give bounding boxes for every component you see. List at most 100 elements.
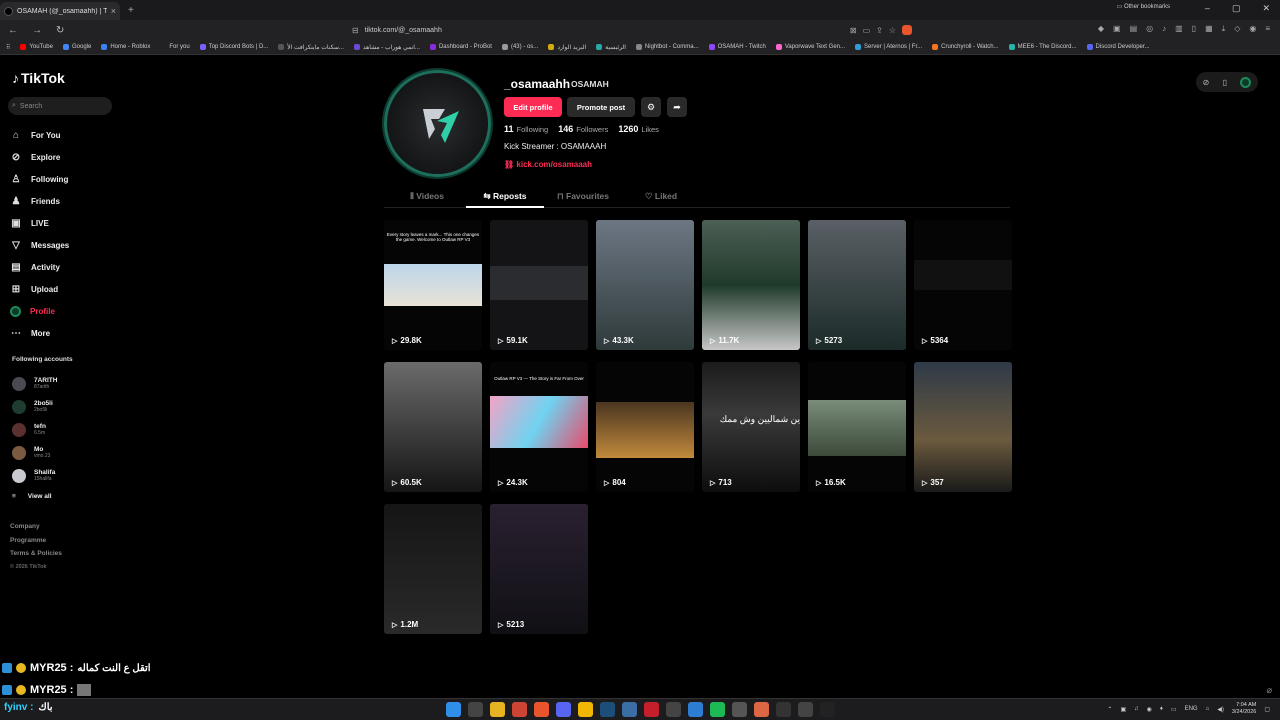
profile-icon[interactable]: ◉ bbox=[1249, 24, 1256, 34]
bookmark-item[interactable]: Google bbox=[62, 44, 91, 50]
video-tile[interactable]: ▷ 1.2M bbox=[384, 504, 482, 634]
tab-reposts[interactable]: ⇆ Reposts bbox=[466, 188, 544, 208]
video-tile[interactable]: ▷ 59.1K bbox=[490, 220, 588, 350]
bookmark-item[interactable]: Server | Aternos | Fr... bbox=[855, 44, 922, 50]
footer-link[interactable]: Terms & Policies bbox=[10, 550, 62, 564]
profile-link[interactable]: ⛓ kick.com/osamaaah bbox=[504, 160, 592, 169]
discord-icon[interactable]: ◉ bbox=[1147, 706, 1152, 713]
video-tile[interactable]: ▷ 16.5K bbox=[808, 362, 906, 492]
menu-icon[interactable]: ≡ bbox=[1265, 24, 1270, 34]
search-input[interactable]: ⌕ Search bbox=[8, 97, 112, 115]
bookmark-item[interactable]: Crunchyroll - Watch... bbox=[932, 44, 999, 50]
following-stat[interactable]: 11 Following bbox=[504, 124, 548, 134]
window-close-icon[interactable]: ✕ bbox=[1262, 3, 1270, 14]
battery-icon[interactable]: ▭ bbox=[1171, 706, 1177, 713]
steam-icon[interactable] bbox=[600, 702, 615, 717]
extension-icon[interactable]: ◆ bbox=[1098, 24, 1104, 34]
bookmark-item[interactable]: Nightbot - Comma... bbox=[635, 44, 699, 50]
video-tile[interactable]: ين شماليين وش ممك ▷ 713 bbox=[702, 362, 800, 492]
following-account[interactable]: Mo vmo.23 bbox=[12, 441, 57, 464]
video-tile[interactable]: Every story leaves a mark... This one ch… bbox=[384, 220, 482, 350]
bookmark-item[interactable]: Dashboard - ProBot bbox=[429, 44, 492, 50]
sidebar-item-explore[interactable]: ⊘ Explore bbox=[10, 146, 69, 168]
following-account[interactable]: tefn 6.5m bbox=[12, 418, 57, 441]
screenshot-icon[interactable]: ▭ bbox=[863, 26, 871, 35]
minimize-icon[interactable]: – bbox=[1205, 3, 1210, 14]
editor-icon[interactable] bbox=[688, 702, 703, 717]
notifications-icon[interactable]: ▢ bbox=[1264, 706, 1270, 713]
bookmark-item[interactable]: (43) - os... bbox=[501, 44, 538, 50]
inbox-icon[interactable]: ▯ bbox=[1223, 78, 1227, 87]
promote-post-button[interactable]: Promote post bbox=[567, 97, 635, 117]
footer-link[interactable]: Company bbox=[10, 523, 62, 537]
bookmark-star-icon[interactable]: ☆ bbox=[889, 26, 896, 35]
sidebar-item-following[interactable]: ♙ Following bbox=[10, 168, 69, 190]
new-tab-icon[interactable]: + bbox=[128, 5, 134, 16]
tab-videos[interactable]: ⦀ Videos bbox=[388, 188, 466, 208]
tiktok-logo[interactable]: ♪ TikTok bbox=[12, 70, 65, 86]
download-icon[interactable]: ⤓ bbox=[1222, 24, 1226, 34]
bookmark-item[interactable]: انمي هوراب - مشاهد... bbox=[353, 44, 420, 51]
video-tile[interactable]: ▷ 5213 bbox=[490, 504, 588, 634]
video-tile[interactable]: ▷ 11.7K bbox=[702, 220, 800, 350]
app-icon[interactable] bbox=[578, 702, 593, 717]
sidebar-item-upload[interactable]: ⊞ Upload bbox=[10, 278, 69, 300]
sidebar-item-more[interactable]: ⋯ More bbox=[10, 322, 69, 344]
network-icon[interactable]: ⌂ bbox=[1206, 706, 1210, 712]
app-icon[interactable] bbox=[798, 702, 813, 717]
extension-icon[interactable]: ▤ bbox=[1130, 24, 1138, 34]
share-icon[interactable]: ⇪ bbox=[876, 26, 883, 35]
edit-profile-button[interactable]: Edit profile bbox=[504, 97, 562, 117]
tab-favourites[interactable]: ⊓ Favourites bbox=[544, 188, 622, 208]
share-profile-button[interactable]: ➦ bbox=[667, 97, 687, 117]
footer-link[interactable]: Programme bbox=[10, 537, 62, 551]
maximize-icon[interactable]: ▢ bbox=[1232, 3, 1241, 14]
extension-icon[interactable]: ▣ bbox=[1113, 24, 1121, 34]
discord-icon[interactable] bbox=[556, 702, 571, 717]
address-bar[interactable]: ⊟ tiktok.com/@_osamaahh ⊠ ▭ ⇪ ☆ bbox=[352, 22, 912, 38]
app-icon[interactable] bbox=[776, 702, 791, 717]
video-tile[interactable]: ▷ 5364 bbox=[914, 220, 1012, 350]
sidebar-item-messages[interactable]: ▽ Messages bbox=[10, 234, 69, 256]
shield-icon[interactable]: ◇ bbox=[1234, 24, 1240, 34]
bookmark-item[interactable]: OSAMAH - Twitch bbox=[708, 44, 766, 50]
bookmark-item[interactable]: البريد الوارد bbox=[548, 44, 586, 51]
url-text[interactable]: tiktok.com/@_osamaahh bbox=[365, 27, 844, 34]
video-tile[interactable]: Outlaw RP V3 — The Story is Far From Ove… bbox=[490, 362, 588, 492]
bookmark-item[interactable]: سكنات ماينكرافت الأ... bbox=[278, 44, 344, 51]
adobe-icon[interactable] bbox=[644, 702, 659, 717]
followers-stat[interactable]: 146 Followers bbox=[558, 124, 608, 134]
app-icon[interactable] bbox=[666, 702, 681, 717]
following-account[interactable]: 7ARITH 87arith bbox=[12, 372, 57, 395]
extension-icon[interactable]: ▥ bbox=[1175, 24, 1183, 34]
extension-icon[interactable]: ◎ bbox=[1146, 24, 1153, 34]
windows-start-icon[interactable] bbox=[446, 702, 461, 717]
tab-liked[interactable]: ♡ Liked bbox=[622, 188, 700, 208]
media-icon[interactable] bbox=[512, 702, 527, 717]
following-account[interactable]: 2bo5li 2bo5li bbox=[12, 395, 57, 418]
shield-icon[interactable] bbox=[622, 702, 637, 717]
tray-app-icon[interactable]: ▣ bbox=[1120, 706, 1126, 713]
video-tile[interactable]: ▷ 60.5K bbox=[384, 362, 482, 492]
bookmark-item[interactable]: Top Discord Bots | D... bbox=[199, 44, 268, 50]
settings-button[interactable]: ⚙ bbox=[641, 97, 661, 117]
video-tile[interactable]: ▷ 804 bbox=[596, 362, 694, 492]
compass-icon[interactable]: ⊘ bbox=[1203, 78, 1210, 87]
file-explorer-icon[interactable] bbox=[490, 702, 505, 717]
bookmark-item[interactable]: Vaporwave Text Gen... bbox=[775, 44, 845, 50]
music-icon[interactable]: ♪ bbox=[1162, 24, 1166, 34]
sidebar-item-friends[interactable]: ♟ Friends bbox=[10, 190, 69, 212]
volume-icon[interactable]: ◀) bbox=[1217, 706, 1224, 713]
bookmark-item[interactable]: For you bbox=[160, 44, 190, 50]
close-tab-icon[interactable]: × bbox=[111, 6, 116, 16]
sidebar-item-profile[interactable]: Profile bbox=[10, 300, 69, 322]
forward-icon[interactable]: → bbox=[32, 25, 42, 36]
video-tile[interactable]: ▷ 357 bbox=[914, 362, 1012, 492]
clock[interactable]: 7:04 AM 3/24/2026 bbox=[1232, 702, 1256, 716]
video-tile[interactable]: ▷ 5273 bbox=[808, 220, 906, 350]
browser-tab[interactable]: OSAMAH (@_osamaahh) | TikTok × bbox=[0, 2, 120, 20]
user-avatar-icon[interactable] bbox=[1240, 76, 1252, 88]
bookmark-item[interactable]: الرئيسية bbox=[596, 44, 626, 51]
extension-icon[interactable]: ▦ bbox=[1205, 24, 1213, 34]
obs-icon[interactable] bbox=[820, 702, 835, 717]
